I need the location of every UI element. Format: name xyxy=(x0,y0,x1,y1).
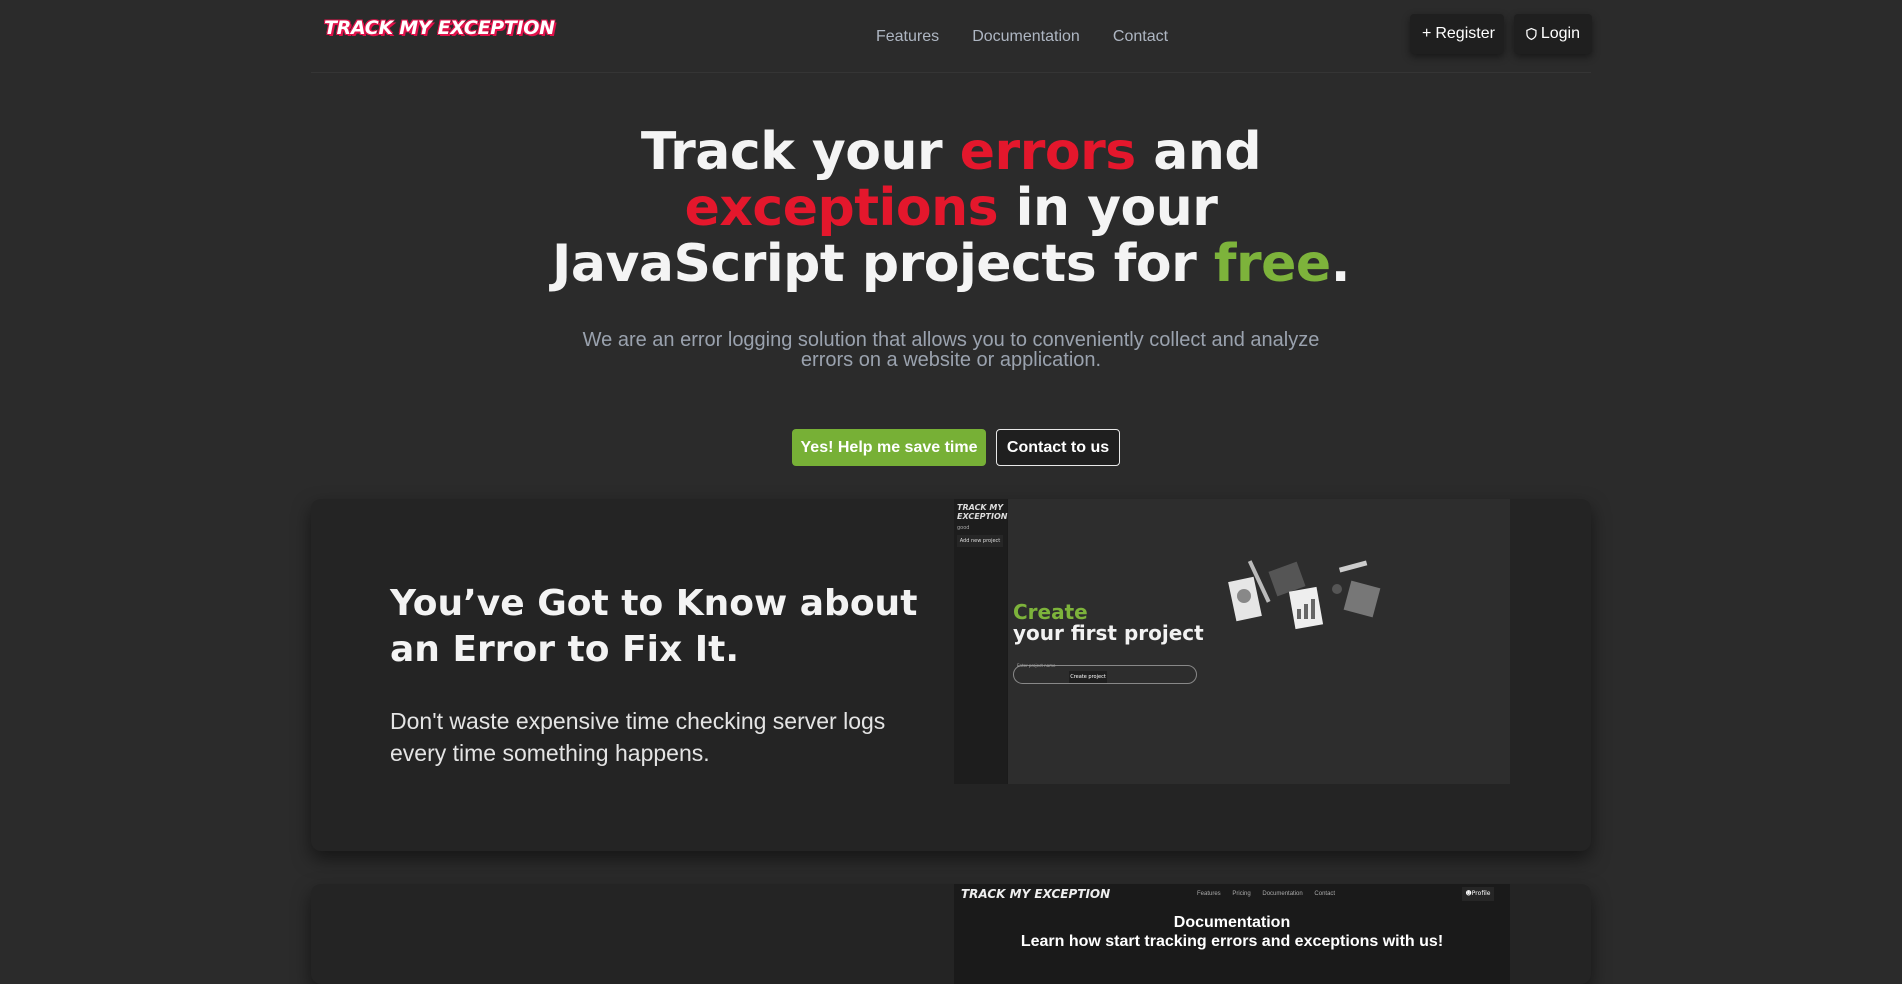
site-header: TRACK MY EXCEPTION Features Documentatio… xyxy=(311,0,1592,73)
hero-title-text: JavaScript projects for xyxy=(552,234,1214,294)
shield-icon xyxy=(1526,27,1537,41)
nav-features[interactable]: Features xyxy=(876,28,939,45)
screenshot-nav-item: Features xyxy=(1197,891,1221,897)
screenshot-create-project-button: Create project xyxy=(1069,671,1107,683)
hero-title-errors: errors xyxy=(959,122,1136,182)
analytics-illustration xyxy=(1228,560,1381,630)
register-button[interactable]: + Register xyxy=(1410,14,1504,54)
docs-screenshot: TRACK MY EXCEPTION Features Pricing Docu… xyxy=(954,884,1510,984)
screenshot-project-item: good xyxy=(957,525,970,531)
screenshot-create-rest: your first project xyxy=(1013,621,1204,645)
contact-button[interactable]: Contact to us xyxy=(996,429,1120,466)
hero-title-text: and xyxy=(1135,122,1262,182)
main-nav: Features Documentation Contact xyxy=(311,26,1591,46)
screenshot-logo: TRACK MY EXCEPTION xyxy=(957,503,1008,521)
login-button[interactable]: Login xyxy=(1514,14,1592,54)
screenshot-add-project-button: Add new project xyxy=(957,535,1003,547)
hero-subtitle: We are an error logging solution that al… xyxy=(582,329,1320,371)
feature-card: You’ve Got to Know about an Error to Fix… xyxy=(311,499,1591,851)
screenshot-nav-item: Documentation xyxy=(1262,891,1303,897)
hero-title-exceptions: exceptions xyxy=(684,178,999,238)
screenshot-sidebar: TRACK MY EXCEPTION good Add new project xyxy=(954,499,1007,784)
app-screenshot: TRACK MY EXCEPTION good Add new project … xyxy=(954,499,1510,784)
register-label: Register xyxy=(1435,25,1495,42)
screenshot-docs-title: Documentation xyxy=(1173,914,1291,931)
hero-title-text: Track your xyxy=(640,122,960,182)
plus-icon: + xyxy=(1422,25,1432,42)
hero-title-free: free xyxy=(1213,234,1331,294)
hero-title-text: . xyxy=(1330,234,1351,294)
login-label: Login xyxy=(1540,25,1580,42)
screenshot-profile-label: Profile xyxy=(1471,890,1491,897)
cta-primary-button[interactable]: Yes! Help me save time xyxy=(792,429,986,466)
screenshot-nav-item: Pricing xyxy=(1232,891,1251,897)
screenshot-logo: TRACK MY EXCEPTION xyxy=(961,887,1111,901)
feature-title: You’ve Got to Know about an Error to Fix… xyxy=(390,583,918,670)
feature-card: TRACK MY EXCEPTION Features Pricing Docu… xyxy=(311,884,1591,984)
nav-contact[interactable]: Contact xyxy=(1113,28,1168,45)
screenshot-input-placeholder: Enter project name xyxy=(1017,663,1056,668)
hero-title: Track your errors and exceptions in your… xyxy=(0,124,1902,292)
feature-description: Don't waste expensive time checking serv… xyxy=(390,708,886,766)
screenshot-profile-button: ☻Profile xyxy=(1462,887,1494,901)
screenshot-docs-subtitle: Learn how start tracking errors and exce… xyxy=(1020,933,1444,950)
nav-documentation[interactable]: Documentation xyxy=(972,28,1080,45)
screenshot-create-heading: Create your first project xyxy=(1013,602,1204,644)
hero-title-text: in your xyxy=(998,178,1218,238)
screenshot-main: Create your first project Enter project … xyxy=(1008,499,1510,784)
screenshot-nav: Features Pricing Documentation Contact xyxy=(1197,891,1345,897)
screenshot-nav-item: Contact xyxy=(1314,891,1336,897)
screenshot-docs-heading: Documentation Learn how start tracking e… xyxy=(954,913,1510,951)
